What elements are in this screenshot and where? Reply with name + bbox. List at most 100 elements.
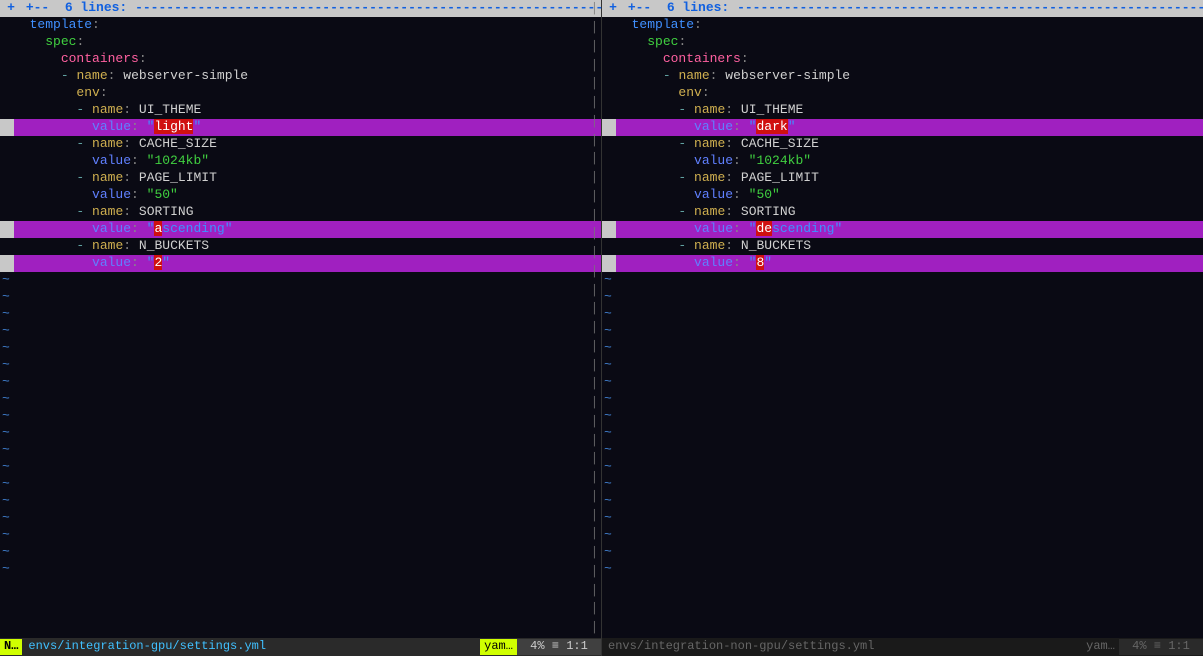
empty-line: ~ [0, 408, 601, 425]
val-pagelimit: "50" [749, 187, 780, 202]
key-name: name [694, 136, 725, 151]
fold-line-right[interactable]: + +-- 6 lines: -------------------------… [602, 0, 1203, 17]
empty-line: ~ [0, 289, 601, 306]
diff-line-theme: value: "light" [0, 119, 601, 136]
fold-dashes: ----------------------------------------… [135, 0, 603, 15]
key-name: name [92, 238, 123, 253]
empty-line: ~ [0, 391, 601, 408]
env-page-limit: PAGE_LIMIT [741, 170, 819, 185]
empty-line: ~ [602, 425, 1203, 442]
env-ui-theme: UI_THEME [139, 102, 201, 117]
key-name: name [694, 238, 725, 253]
diff-line-buckets: value: "2" [0, 255, 601, 272]
empty-line: ~ [0, 374, 601, 391]
statusbar-left: N… envs/integration-gpu/settings.yml yam… [0, 638, 601, 656]
empty-line: ~ [602, 442, 1203, 459]
key-value: value [694, 255, 733, 270]
empty-line: ~ [602, 459, 1203, 476]
val-cache: "1024kb" [147, 153, 209, 168]
empty-line: ~ [602, 374, 1203, 391]
key-name: name [694, 102, 725, 117]
key-name: name [76, 68, 107, 83]
empty-line: ~ [602, 476, 1203, 493]
empty-line: ~ [0, 425, 601, 442]
diff-value-desc: de [756, 221, 772, 236]
env-sorting: SORTING [741, 204, 796, 219]
env-nbuckets: N_BUCKETS [741, 238, 811, 253]
fold-marker: +-- [628, 0, 651, 15]
key-value: value [92, 153, 131, 168]
empty-line: ~ [602, 323, 1203, 340]
key-template: template [632, 17, 694, 32]
key-value: value [92, 255, 131, 270]
empty-line: ~ [0, 493, 601, 510]
empty-line: ~ [0, 510, 601, 527]
statusbar-right: envs/integration-non-gpu/settings.yml ya… [602, 638, 1203, 656]
key-name: name [92, 170, 123, 185]
diff-line-theme: value: "dark" [602, 119, 1203, 136]
right-pane[interactable]: + +-- 6 lines: -------------------------… [602, 0, 1203, 656]
key-value: value [694, 187, 733, 202]
env-cache-size: CACHE_SIZE [139, 136, 217, 151]
env-cache-size: CACHE_SIZE [741, 136, 819, 151]
empty-line: ~ [602, 357, 1203, 374]
key-name: name [92, 204, 123, 219]
vim-diff-editor: + +-- 6 lines: -------------------------… [0, 0, 1203, 656]
env-sorting: SORTING [139, 204, 194, 219]
left-pane[interactable]: + +-- 6 lines: -------------------------… [0, 0, 602, 656]
right-content[interactable]: template: spec: containers: - name: webs… [602, 17, 1203, 638]
key-spec: spec [45, 34, 76, 49]
key-name: name [678, 68, 709, 83]
env-page-limit: PAGE_LIMIT [139, 170, 217, 185]
empty-line: ~ [0, 340, 601, 357]
empty-line: ~ [0, 459, 601, 476]
diff-value-light: light [154, 119, 193, 134]
empty-line: ~ [602, 289, 1203, 306]
key-env: env [76, 85, 99, 100]
val-container-name: webserver-simple [123, 68, 248, 83]
key-containers: containers [61, 51, 139, 66]
key-name: name [92, 136, 123, 151]
empty-line: ~ [0, 544, 601, 561]
empty-line: ~ [0, 357, 601, 374]
left-content[interactable]: template: spec: containers: - name: webs… [0, 17, 601, 638]
key-value: value [694, 221, 733, 236]
empty-line: ~ [0, 323, 601, 340]
val-container-name: webserver-simple [725, 68, 850, 83]
empty-line: ~ [0, 442, 601, 459]
key-value: value [92, 187, 131, 202]
diff-value-dark: dark [756, 119, 787, 134]
fold-count: 6 lines: [667, 0, 729, 15]
status-filetype: yam… [1082, 639, 1119, 655]
key-value: value [92, 221, 131, 236]
empty-line: ~ [0, 527, 601, 544]
key-name: name [92, 102, 123, 117]
diff-line-sorting: value: "ascending" [0, 221, 601, 238]
empty-line: ~ [602, 391, 1203, 408]
status-position: 4% ≡ 1:1 [1119, 639, 1203, 655]
diff-line-buckets: value: "8" [602, 255, 1203, 272]
fold-count: 6 lines: [65, 0, 127, 15]
empty-line: ~ [0, 561, 601, 578]
key-name: name [694, 204, 725, 219]
empty-line: ~ [0, 272, 601, 289]
status-filename: envs/integration-gpu/settings.yml [22, 639, 266, 655]
status-position: 4% ≡ 1:1 [517, 639, 601, 655]
key-spec: spec [647, 34, 678, 49]
key-name: name [694, 170, 725, 185]
key-value: value [694, 153, 733, 168]
key-containers: containers [663, 51, 741, 66]
status-filetype: yam… [480, 639, 517, 655]
fold-line-left[interactable]: + +-- 6 lines: -------------------------… [0, 0, 601, 17]
key-value: value [694, 119, 733, 134]
empty-line: ~ [602, 306, 1203, 323]
fold-marker: +-- [26, 0, 49, 15]
env-nbuckets: N_BUCKETS [139, 238, 209, 253]
status-filename: envs/integration-non-gpu/settings.yml [602, 639, 874, 655]
env-ui-theme: UI_THEME [741, 102, 803, 117]
empty-line: ~ [602, 527, 1203, 544]
empty-line: ~ [602, 272, 1203, 289]
empty-line: ~ [602, 408, 1203, 425]
key-value: value [92, 119, 131, 134]
status-mode: N… [0, 639, 22, 655]
